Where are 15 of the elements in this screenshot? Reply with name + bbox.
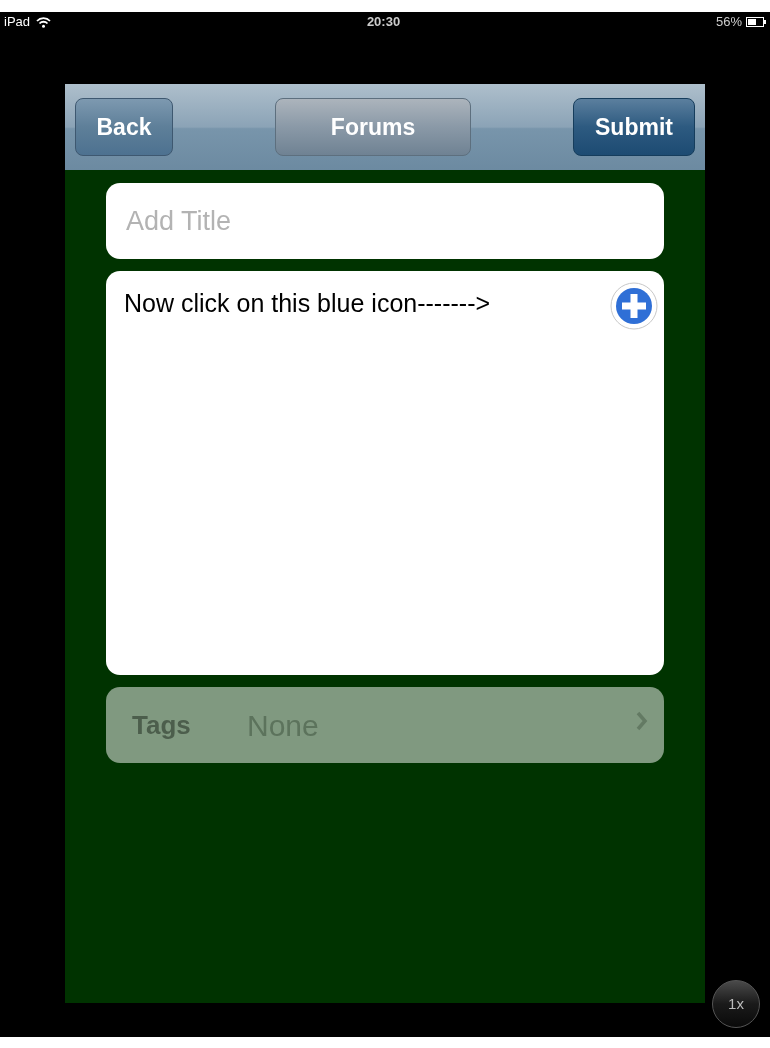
tags-label: Tags <box>132 708 192 742</box>
device-name: iPad <box>4 13 31 32</box>
wifi-icon <box>36 16 52 28</box>
plus-icon[interactable] <box>609 281 659 331</box>
zoom-button[interactable]: 1x <box>712 980 760 1028</box>
back-button[interactable]: Back <box>75 98 173 156</box>
title-field[interactable]: Add Title <box>106 183 664 259</box>
body-text: Now click on this blue icon-------> <box>124 288 491 319</box>
battery-icon <box>746 17 766 27</box>
submit-button[interactable]: Submit <box>573 98 695 156</box>
forums-title: Forums <box>275 98 471 156</box>
battery-percent: 56% <box>715 13 742 32</box>
chevron-icon <box>636 711 648 731</box>
body-field[interactable]: Now click on this blue icon-------> <box>106 271 664 675</box>
clock: 20:30 <box>366 13 401 32</box>
